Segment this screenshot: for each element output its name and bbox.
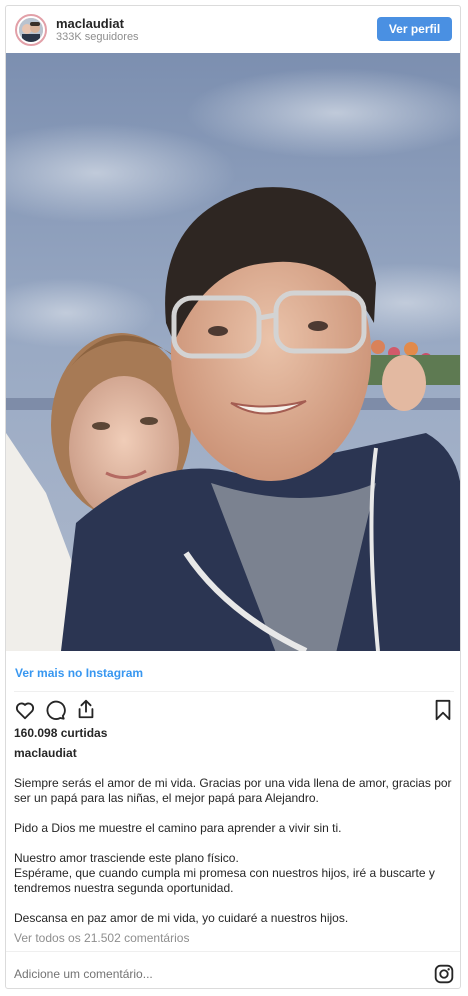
avatar-image — [19, 18, 43, 42]
bookmark-icon[interactable] — [433, 699, 453, 721]
caption-paragraph: Siempre serás el amor de mi vida. Gracia… — [14, 776, 452, 805]
caption-paragraph: Espérame, que cuando cumpla mi promesa c… — [14, 866, 435, 895]
like-count[interactable]: 160.098 curtidas — [14, 726, 107, 740]
post-caption: Siempre serás el amor de mi vida. Gracia… — [14, 776, 454, 926]
share-icon[interactable] — [75, 698, 97, 720]
caption-paragraph: Pido a Dios me muestre el camino para ap… — [14, 821, 342, 835]
follower-count: 333K seguidores — [56, 31, 139, 43]
post-header: maclaudiat 333K seguidores Ver perfil — [6, 6, 460, 54]
caption-paragraph: Descansa en paz amor de mi vida, yo cuid… — [14, 911, 349, 925]
divider — [14, 691, 454, 692]
caption-username[interactable]: maclaudiat — [14, 746, 77, 760]
username[interactable]: maclaudiat — [56, 16, 124, 31]
view-all-comments-link[interactable]: Ver todos os 21.502 comentários — [14, 931, 189, 945]
instagram-icon[interactable] — [434, 964, 454, 984]
view-profile-button[interactable]: Ver perfil — [377, 17, 452, 41]
divider — [6, 951, 460, 952]
view-more-on-instagram-link[interactable]: Ver mais no Instagram — [15, 666, 143, 680]
post-photo[interactable] — [6, 53, 460, 651]
comment-input[interactable] — [14, 966, 414, 982]
heart-icon[interactable] — [14, 699, 36, 721]
comment-icon[interactable] — [44, 699, 66, 721]
caption-paragraph: Nuestro amor trasciende este plano físic… — [14, 851, 239, 865]
avatar[interactable] — [15, 14, 47, 46]
instagram-embed-card: maclaudiat 333K seguidores Ver perfil Ve… — [5, 5, 461, 989]
